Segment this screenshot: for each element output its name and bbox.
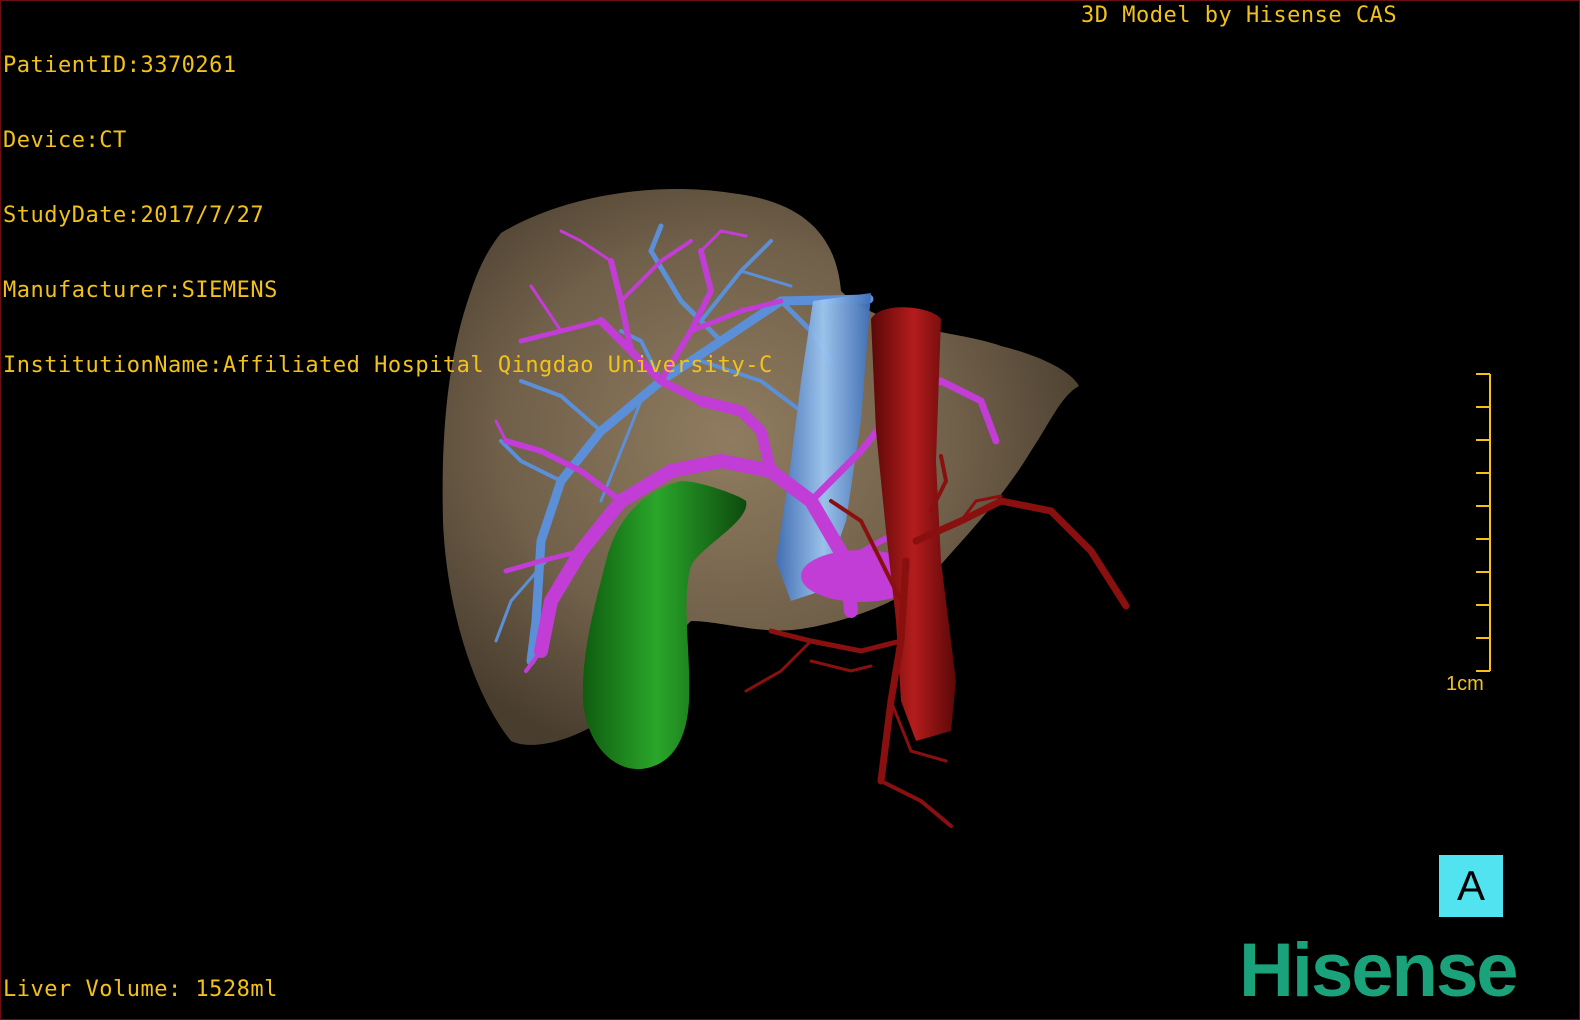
- hisense-logo: Hisense: [1239, 928, 1518, 1013]
- model-credit-label: 3D Model by Hisense CAS: [1081, 3, 1398, 28]
- dicom-info-overlay: PatientID:3370261 Device:CT StudyDate:20…: [3, 3, 773, 428]
- view-orientation-badge[interactable]: A: [1439, 855, 1503, 917]
- 3d-viewport[interactable]: PatientID:3370261 Device:CT StudyDate:20…: [0, 0, 1580, 1020]
- manufacturer-label: Manufacturer:SIEMENS: [3, 278, 278, 303]
- institution-label: InstitutionName:Affiliated Hospital Qing…: [3, 353, 773, 378]
- scale-bar-label: 1cm: [1446, 673, 1484, 695]
- device-label: Device:CT: [3, 128, 127, 153]
- liver-volume-label: Liver Volume: 1528ml: [3, 977, 278, 1002]
- patient-id-label: PatientID:3370261: [3, 53, 237, 78]
- scale-bar: [1476, 373, 1491, 672]
- study-date-label: StudyDate:2017/7/27: [3, 203, 265, 228]
